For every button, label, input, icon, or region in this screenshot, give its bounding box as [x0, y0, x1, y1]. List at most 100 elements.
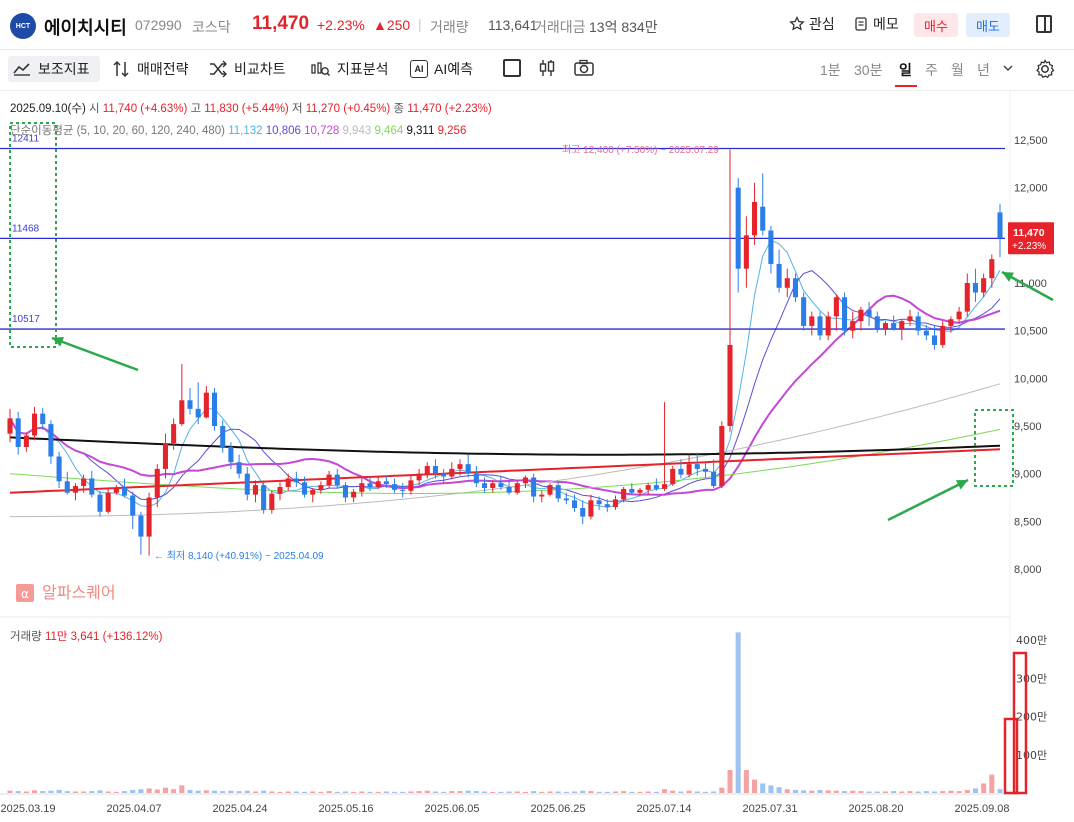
x-tick-label: 2025.08.20	[848, 803, 903, 815]
candle-body	[956, 311, 962, 320]
period-30min[interactable]: 30분	[854, 60, 882, 80]
volume-bar	[310, 791, 316, 793]
candle-body	[555, 485, 561, 499]
volume-bar	[817, 789, 823, 793]
volume-bar	[64, 791, 70, 793]
candle-body	[563, 498, 569, 501]
volume-bar	[825, 790, 831, 793]
candle-body	[817, 316, 823, 336]
camera-icon[interactable]	[573, 59, 595, 82]
candle-body	[547, 485, 553, 495]
ma-line	[9, 270, 1001, 503]
memo-button[interactable]: 메모	[853, 14, 899, 34]
buy-button[interactable]: 매수	[914, 13, 958, 37]
shuffle-icon	[210, 60, 227, 78]
candle-body	[416, 473, 422, 481]
volume-bar	[195, 790, 201, 793]
x-tick-label: 2025.03.19	[0, 803, 55, 815]
volume-bar	[424, 790, 430, 793]
compare-button[interactable]: 비교차트	[208, 58, 286, 80]
volume-bar	[572, 791, 578, 793]
volume-bar	[334, 791, 340, 793]
candle-body	[572, 500, 578, 508]
candle-body	[653, 485, 659, 489]
candle-body	[72, 486, 78, 493]
candle-body	[351, 491, 357, 498]
watch-button[interactable]: 관심	[789, 14, 835, 34]
candle-body	[252, 485, 258, 495]
candle-body	[735, 187, 741, 269]
volume-bar	[326, 791, 332, 793]
candle-body	[220, 426, 226, 447]
candle-body	[171, 424, 177, 444]
period-day[interactable]: 일	[899, 60, 912, 80]
square-tool-icon[interactable]	[503, 59, 521, 77]
volume-bar	[154, 789, 160, 793]
volume-bar	[882, 791, 888, 793]
candle-body	[637, 489, 643, 493]
candle-body	[334, 474, 340, 486]
volume-bar	[113, 791, 119, 793]
volume-bar	[719, 787, 725, 793]
watermark-text: 알파스퀘어	[42, 583, 116, 602]
candle-body	[678, 468, 684, 475]
volume-bar	[236, 791, 242, 793]
period-selected-underline	[895, 85, 917, 87]
y-tick-label: 10,000	[1014, 373, 1048, 385]
indicator-button[interactable]: 보조지표	[12, 58, 90, 80]
volume-bar	[743, 770, 749, 793]
change-amount: ▲250	[373, 17, 411, 33]
volume-bar	[465, 790, 471, 793]
ai-predict-button[interactable]: AI AI예측	[410, 58, 473, 80]
candle-body	[932, 335, 938, 345]
volume-bar	[694, 791, 700, 793]
volume-bar	[662, 789, 668, 793]
candle-body	[645, 485, 651, 490]
star-icon	[789, 16, 805, 31]
stock-name[interactable]: 에이치시티	[44, 14, 127, 40]
candle-body	[138, 515, 144, 537]
watermark-logo-glyph: α	[21, 587, 29, 601]
strategy-button[interactable]: 매매전략	[111, 58, 189, 80]
candle-body	[776, 263, 782, 288]
arrow-left	[51, 336, 139, 372]
side-panel-icon[interactable]	[1036, 15, 1052, 33]
candle-body	[588, 500, 594, 517]
volume-bar	[727, 770, 733, 793]
volume-bar	[539, 791, 545, 793]
stock-chart[interactable]: 12,50012,00011,50011,00010,50010,0009,50…	[0, 91, 1074, 822]
candle-body	[212, 392, 218, 426]
candle-body	[40, 413, 46, 425]
candle-body	[432, 466, 438, 474]
candle-body	[56, 456, 62, 482]
volume-bar	[449, 791, 455, 793]
analysis-button[interactable]: 지표분석	[309, 58, 389, 80]
period-1min[interactable]: 1분	[820, 60, 841, 80]
candle-body	[236, 462, 242, 474]
header-bar: HCT 에이치시티 072990 코스닥 11,470 +2.23% ▲250 …	[0, 0, 1074, 50]
price-tag-value: 11,470	[1013, 227, 1045, 239]
candle-body	[473, 473, 479, 484]
candle-body	[727, 344, 733, 426]
gear-icon[interactable]	[1034, 58, 1056, 85]
volume-bar	[997, 789, 1003, 793]
period-week[interactable]: 주	[925, 60, 938, 80]
period-month[interactable]: 월	[951, 60, 964, 80]
candle-body	[326, 474, 332, 486]
volume-bar	[105, 791, 111, 793]
volume-bar	[359, 791, 365, 793]
volume-bar	[940, 791, 946, 793]
sell-button[interactable]: 매도	[966, 13, 1010, 37]
volume-bar	[432, 791, 438, 793]
chevron-down-icon[interactable]	[1001, 61, 1015, 80]
period-year[interactable]: 년	[977, 60, 990, 80]
volume-bar	[653, 791, 659, 793]
volume-bar	[146, 788, 152, 793]
y-tick-label: 12,000	[1014, 183, 1048, 195]
indicator-label: 보조지표	[38, 61, 90, 77]
volume-bar	[318, 791, 324, 793]
candle-body	[792, 278, 798, 298]
candle-icon[interactable]	[537, 58, 557, 83]
volume-bar	[670, 790, 676, 793]
volume-tick-label: 100만	[1016, 749, 1047, 762]
